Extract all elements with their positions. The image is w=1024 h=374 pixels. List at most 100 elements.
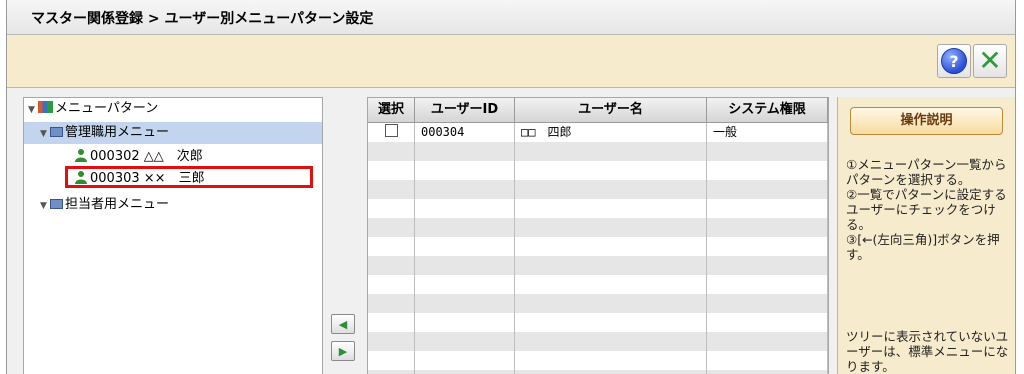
authority-cell <box>707 142 828 161</box>
user-name-cell: □□ 四郎 <box>515 123 707 142</box>
help-button[interactable]: ? <box>937 44 971 78</box>
table-row[interactable] <box>368 256 828 275</box>
user-name-cell <box>515 161 707 180</box>
right-triangle-icon: ▶ <box>338 344 348 358</box>
title-bar: マスター関係登録 > ユーザー別メニューパターン設定 <box>7 0 1015 35</box>
user-name-cell <box>515 294 707 313</box>
menu-icon <box>50 199 63 209</box>
user-id-cell <box>415 294 515 313</box>
user-name: △△ 次郎 <box>143 149 203 164</box>
user-id-cell: 000304 <box>415 123 515 142</box>
explanation-panel: 操作説明 ①メニューパターン一覧からパターンを選択する。 ②一覧でパターンに設定… <box>837 97 1015 374</box>
table-row[interactable] <box>368 351 828 370</box>
user-id-cell <box>415 199 515 218</box>
authority-cell <box>707 237 828 256</box>
table-row[interactable]: 000304 □□ 四郎 一般 <box>368 123 828 142</box>
close-button[interactable]: ✕ <box>973 44 1007 78</box>
select-cell[interactable] <box>368 123 415 142</box>
select-cell <box>368 370 415 374</box>
tree-root[interactable]: ▼ メニューパターン <box>28 98 158 120</box>
table-row[interactable] <box>368 199 828 218</box>
select-cell <box>368 161 415 180</box>
user-name-cell <box>515 199 707 218</box>
authority-cell <box>707 218 828 237</box>
breadcrumb: マスター関係登録 > ユーザー別メニューパターン設定 <box>31 11 374 27</box>
select-cell <box>368 142 415 161</box>
user-name-cell <box>515 351 707 370</box>
tree-user-000302[interactable]: 000302 △△ 次郎 <box>74 146 203 168</box>
column-header-user-name[interactable]: ユーザー名 <box>515 98 707 122</box>
user-id: 000302 <box>90 149 140 164</box>
select-cell <box>368 256 415 275</box>
table-row[interactable] <box>368 313 828 332</box>
table-row[interactable] <box>368 237 828 256</box>
authority-cell <box>707 199 828 218</box>
tree-item-staff-menu[interactable]: ▼ 担当者用メニュー <box>40 194 169 216</box>
authority-cell <box>707 313 828 332</box>
authority-cell <box>707 161 828 180</box>
move-left-button[interactable]: ◀ <box>331 314 355 334</box>
table-row[interactable] <box>368 142 828 161</box>
user-id-cell <box>415 218 515 237</box>
left-triangle-icon: ◀ <box>338 317 348 331</box>
explanation-note: ツリーに表示されていないユーザーは、標準メニューになります。 <box>846 329 1009 374</box>
user-name-cell <box>515 275 707 294</box>
user-id-cell <box>415 351 515 370</box>
column-header-user-id[interactable]: ユーザーID <box>415 98 515 122</box>
user-name-cell <box>515 332 707 351</box>
close-icon: ✕ <box>978 44 1002 77</box>
expand-triangle-icon[interactable]: ▼ <box>28 99 38 121</box>
expand-triangle-icon[interactable]: ▼ <box>40 123 50 145</box>
authority-cell <box>707 351 828 370</box>
operation-guide-button[interactable]: 操作説明 <box>850 107 1003 135</box>
select-cell <box>368 199 415 218</box>
user-name-cell <box>515 313 707 332</box>
select-cell <box>368 218 415 237</box>
table-row[interactable] <box>368 161 828 180</box>
table-row[interactable] <box>368 370 828 374</box>
authority-cell: 一般 <box>707 123 828 142</box>
user-id-cell <box>415 180 515 199</box>
user-id-cell <box>415 161 515 180</box>
tree-item-label: 管理職用メニュー <box>65 125 170 140</box>
table-row[interactable] <box>368 294 828 313</box>
app-frame: マスター関係登録 > ユーザー別メニューパターン設定 ? ✕ ▼ メニューパターン… <box>6 0 1016 374</box>
user-name-cell <box>515 256 707 275</box>
user-name-cell <box>515 237 707 256</box>
move-right-button[interactable]: ▶ <box>331 341 355 361</box>
help-icon: ? <box>941 48 967 74</box>
authority-cell <box>707 294 828 313</box>
tree-item-label: 担当者用メニュー <box>65 197 170 212</box>
expand-triangle-icon[interactable]: ▼ <box>40 195 50 217</box>
select-cell <box>368 275 415 294</box>
user-grid: 選択 ユーザーID ユーザー名 システム権限 000304 □□ 四郎 一般 <box>367 97 829 374</box>
table-row[interactable] <box>368 275 828 294</box>
authority-cell <box>707 370 828 374</box>
table-row[interactable] <box>368 332 828 351</box>
user-id-cell <box>415 142 515 161</box>
tree-item-manager-menu[interactable]: ▼ 管理職用メニュー <box>24 122 322 144</box>
authority-cell <box>707 332 828 351</box>
table-row[interactable] <box>368 218 828 237</box>
select-checkbox[interactable] <box>384 124 398 137</box>
user-id-cell <box>415 275 515 294</box>
select-cell <box>368 237 415 256</box>
table-row[interactable] <box>368 180 828 199</box>
user-name-cell <box>515 218 707 237</box>
column-header-select[interactable]: 選択 <box>368 98 415 122</box>
highlight-box <box>65 166 313 188</box>
user-name-cell <box>515 180 707 199</box>
explanation-steps: ①メニューパターン一覧からパターンを選択する。 ②一覧でパターンに設定するユーザ… <box>846 157 1007 262</box>
authority-cell <box>707 256 828 275</box>
column-header-authority[interactable]: システム権限 <box>707 98 828 122</box>
user-name-cell <box>515 370 707 374</box>
user-name-cell <box>515 142 707 161</box>
menu-pattern-tree: ▼ メニューパターン ▼ 管理職用メニュー 000302 △△ 次郎 000303 … <box>23 97 323 374</box>
grid-header: 選択 ユーザーID ユーザー名 システム権限 <box>368 98 828 123</box>
toolbar: ? ✕ <box>7 35 1015 88</box>
user-id-cell <box>415 332 515 351</box>
select-cell <box>368 294 415 313</box>
select-cell <box>368 332 415 351</box>
tree-root-label: メニューパターン <box>55 101 159 116</box>
user-id-cell <box>415 370 515 374</box>
